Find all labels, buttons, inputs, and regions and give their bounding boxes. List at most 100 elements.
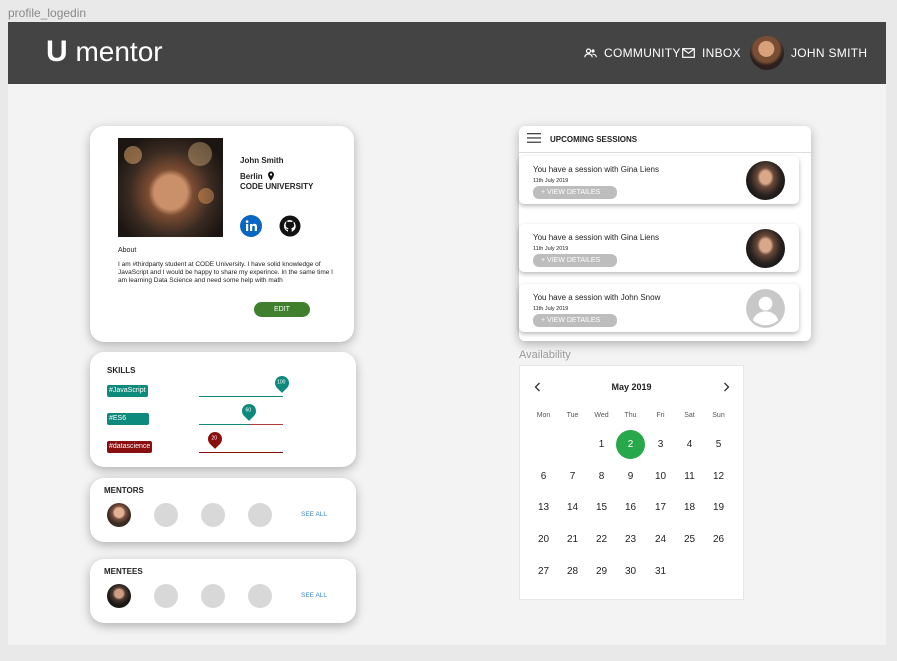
calendar-day[interactable]: 22 xyxy=(587,525,616,554)
calendar-day[interactable]: 13 xyxy=(529,493,558,522)
calendar-day[interactable]: 4 xyxy=(675,430,704,459)
session-avatar xyxy=(746,229,785,268)
skill-bar-es6-fill xyxy=(199,424,249,425)
calendar-month: May 2019 xyxy=(611,382,652,392)
availability-label: Availability xyxy=(519,349,571,361)
mentor-placeholder[interactable] xyxy=(201,503,225,527)
nav-user-menu[interactable]: JOHN SMITH xyxy=(750,22,867,84)
weekday-label: Sun xyxy=(712,412,725,419)
community-icon xyxy=(584,48,597,58)
mentor-placeholder[interactable] xyxy=(154,503,178,527)
page-frame: U mentor COMMUNITY INBOX JOHN SMITH John… xyxy=(8,22,886,645)
nav-inbox-label: INBOX xyxy=(702,46,741,60)
session-item: You have a session with Gina Liens 11th … xyxy=(519,224,799,272)
top-navbar: U mentor COMMUNITY INBOX JOHN SMITH xyxy=(8,22,886,84)
calendar-day[interactable]: 25 xyxy=(675,525,704,554)
mentees-title: MENTEES xyxy=(104,567,143,576)
calendar-day[interactable]: 15 xyxy=(587,493,616,522)
view-details-button[interactable]: + VIEW DETAILES xyxy=(533,254,617,267)
mentee-avatar[interactable] xyxy=(107,584,131,608)
nav-community[interactable]: COMMUNITY xyxy=(584,22,681,84)
view-details-button[interactable]: + VIEW DETAILES xyxy=(533,186,617,199)
calendar-day[interactable]: 23 xyxy=(616,525,645,554)
mentors-card: MENTORS SEE ALL xyxy=(90,478,356,542)
weekday-label: Thu xyxy=(624,412,637,419)
profile-name: John Smith xyxy=(240,156,284,165)
calendar-day[interactable]: 30 xyxy=(616,557,645,586)
mentees-card: MENTEES SEE ALL xyxy=(90,559,356,623)
calendar-day[interactable]: 14 xyxy=(558,493,587,522)
location-pin-icon xyxy=(267,171,274,181)
logo[interactable]: U mentor xyxy=(46,36,163,68)
profile-card: John Smith Berlin CODE UNIVERSITY About xyxy=(90,126,354,342)
upcoming-sessions-card: UPCOMING SESSIONS You have a session wit… xyxy=(519,126,811,341)
hamburger-menu-icon[interactable] xyxy=(527,133,541,143)
skill-bar-javascript xyxy=(199,396,283,397)
nav-inbox[interactable]: INBOX xyxy=(682,22,741,84)
mentors-see-all-link[interactable]: SEE ALL xyxy=(301,511,327,518)
skill-level-pin: 60 xyxy=(239,401,259,421)
mentee-placeholder[interactable] xyxy=(248,584,272,608)
logo-text: mentor xyxy=(75,36,163,67)
mentor-placeholder[interactable] xyxy=(248,503,272,527)
calendar-day[interactable]: 1 xyxy=(587,430,616,459)
mentee-placeholder[interactable] xyxy=(154,584,178,608)
mail-icon xyxy=(682,48,695,58)
weekday-label: Tue xyxy=(566,412,579,419)
linkedin-icon[interactable] xyxy=(240,215,262,242)
calendar-day[interactable]: 31 xyxy=(646,557,675,586)
session-date: 11th July 2019 xyxy=(533,178,569,184)
calendar-day[interactable]: 19 xyxy=(704,493,733,522)
skill-tag-es6[interactable]: #ES6 xyxy=(107,413,149,425)
skills-title: SKILLS xyxy=(107,366,136,375)
calendar-day[interactable]: 28 xyxy=(558,557,587,586)
weekday-label: Mon xyxy=(536,412,551,419)
skill-bar-datascience xyxy=(199,452,283,453)
calendar-day[interactable]: 17 xyxy=(646,493,675,522)
chevron-right-icon[interactable] xyxy=(723,382,730,392)
profile-photo xyxy=(118,138,223,237)
profile-university: CODE UNIVERSITY xyxy=(240,182,314,191)
weekday-label: Wed xyxy=(594,412,609,419)
calendar-day[interactable]: 16 xyxy=(616,493,645,522)
github-icon[interactable] xyxy=(279,215,301,242)
weekday-label: Sat xyxy=(684,412,695,419)
calendar-day[interactable]: 11 xyxy=(675,462,704,491)
calendar-day[interactable]: 9 xyxy=(616,462,645,491)
session-text: You have a session with John Snow xyxy=(533,293,661,302)
calendar-day[interactable]: 8 xyxy=(587,462,616,491)
nav-community-label: COMMUNITY xyxy=(604,46,681,60)
calendar-day[interactable]: 20 xyxy=(529,525,558,554)
about-heading: About xyxy=(118,247,137,254)
calendar-day[interactable]: 10 xyxy=(646,462,675,491)
skill-tag-javascript[interactable]: #JavaScript xyxy=(107,385,148,397)
session-date: 11th July 2019 xyxy=(533,306,569,312)
mentor-avatar[interactable] xyxy=(107,503,131,527)
weekday-label: Fri xyxy=(656,412,665,419)
mentees-see-all-link[interactable]: SEE ALL xyxy=(301,592,327,599)
calendar-day[interactable]: 5 xyxy=(704,430,733,459)
skill-tag-datascience[interactable]: #datascience xyxy=(107,441,153,453)
logo-letter: U xyxy=(46,35,68,68)
edit-profile-button[interactable]: EDIT xyxy=(254,302,310,317)
session-avatar xyxy=(746,161,785,200)
view-details-button[interactable]: + VIEW DETAILES xyxy=(533,314,617,327)
session-text: You have a session with Gina Liens xyxy=(533,165,660,174)
mentee-placeholder[interactable] xyxy=(201,584,225,608)
about-text: I am #thirdparty student at CODE Univers… xyxy=(118,261,333,284)
calendar-day[interactable]: 18 xyxy=(675,493,704,522)
session-text: You have a session with Gina Liens xyxy=(533,233,660,242)
calendar-day[interactable]: 26 xyxy=(704,525,733,554)
sessions-header: UPCOMING SESSIONS xyxy=(519,126,811,153)
calendar-day[interactable]: 12 xyxy=(704,462,733,491)
calendar-day[interactable]: 3 xyxy=(646,430,675,459)
profile-location: Berlin xyxy=(240,171,275,181)
calendar-day[interactable]: 6 xyxy=(529,462,558,491)
calendar-day[interactable]: 21 xyxy=(558,525,587,554)
calendar-day[interactable]: 27 xyxy=(529,557,558,586)
calendar-day[interactable]: 29 xyxy=(587,557,616,586)
sessions-title: UPCOMING SESSIONS xyxy=(550,135,638,144)
calendar-day-selected[interactable]: 2 xyxy=(616,430,645,459)
calendar-day[interactable]: 24 xyxy=(646,525,675,554)
calendar-day[interactable]: 7 xyxy=(558,462,587,491)
